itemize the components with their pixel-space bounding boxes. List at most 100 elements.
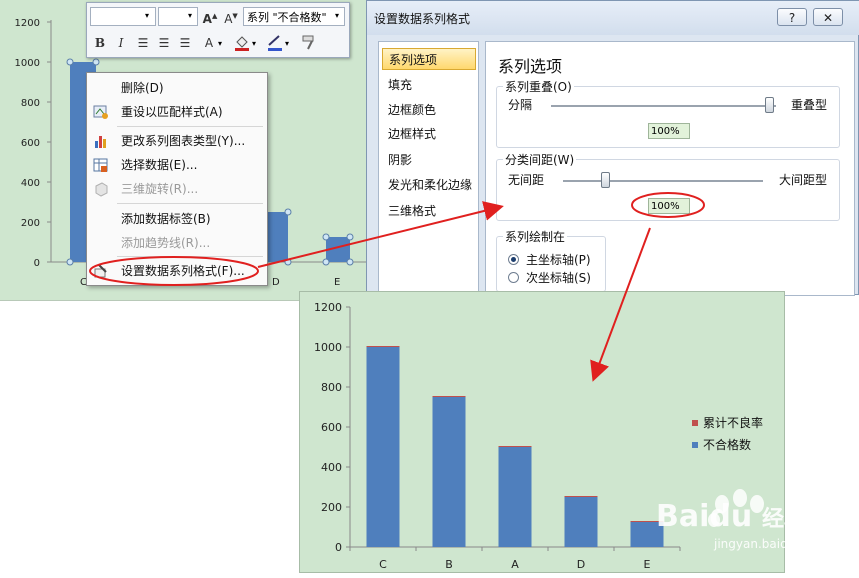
dialog-panel: 系列选项 系列重叠(O) 分隔 重叠型 100% 分类间距(W) 无间距 大间距… (485, 41, 855, 296)
secondary-axis-radio[interactable] (508, 272, 519, 283)
y-tick-label: 200 (321, 501, 342, 514)
menu-item-label: 三维旋转(R)... (121, 182, 199, 196)
context-menu: 删除(D) 重设以匹配样式(A) 更改系列图表类型(Y)... 选择数据(E).… (86, 72, 268, 286)
menu-item-change-chart-type[interactable]: 更改系列图表类型(Y)... (87, 129, 267, 153)
bold-button[interactable]: B (90, 33, 110, 53)
chevron-down-icon[interactable]: ▾ (285, 39, 289, 48)
legend-swatch (692, 442, 698, 448)
bg-xtick-e: E (334, 277, 340, 288)
nav-item-3d-format[interactable]: 三维格式 (382, 200, 476, 222)
x-tick-label: E (644, 558, 651, 571)
fill-color-icon[interactable] (232, 33, 252, 53)
y-tick-label: 400 (321, 461, 342, 474)
bg-bar-e[interactable] (326, 237, 350, 262)
format-data-series-dialog: 设置数据系列格式 ? ✕ 系列选项 填充 边框颜色 边框样式 阴影 发光和柔化边… (366, 0, 859, 296)
overlap-slider[interactable] (551, 105, 776, 107)
align-left-icon[interactable]: ☰ (133, 33, 153, 53)
y-tick-label: 1000 (314, 341, 342, 354)
menu-item-format-data-series[interactable]: 设置数据系列格式(F)... (87, 259, 267, 283)
series-selector[interactable]: 系列 "不合格数" (243, 7, 345, 26)
nav-item-fill[interactable]: 填充 (382, 74, 476, 96)
bar-b-series-0[interactable] (432, 397, 466, 547)
dialog-nav: 系列选项 填充 边框颜色 边框样式 阴影 发光和柔化边缘 三维格式 (378, 41, 479, 296)
chevron-down-icon[interactable]: ▾ (145, 11, 149, 20)
overlap-slider-thumb[interactable] (765, 97, 774, 113)
bg-ytick-label: 400 (21, 178, 40, 189)
overlap-right-label: 重叠型 (791, 98, 828, 112)
menu-item-reset-style[interactable]: 重设以匹配样式(A) (87, 100, 267, 124)
bar-a-series-1[interactable] (498, 446, 532, 447)
italic-button[interactable]: I (111, 33, 131, 53)
chevron-down-icon[interactable]: ▾ (335, 11, 339, 20)
menu-item-label: 添加趋势线(R)... (121, 236, 211, 250)
y-tick-label: 1200 (314, 301, 342, 314)
menu-item-select-data[interactable]: 选择数据(E)... (87, 153, 267, 177)
menu-item-label: 更改系列图表类型(Y)... (121, 134, 246, 148)
help-button[interactable]: ? (777, 8, 807, 26)
bar-d-series-0[interactable] (564, 497, 598, 547)
bar-c-series-1[interactable] (366, 346, 400, 347)
menu-separator (117, 126, 263, 127)
gap-left-label: 无间距 (508, 173, 545, 187)
y-tick-label: 800 (321, 381, 342, 394)
secondary-axis-label: 次坐标轴(S) (526, 271, 591, 285)
legend-label: 不合格数 (703, 437, 751, 452)
menu-separator (117, 256, 263, 257)
bar-d-series-1[interactable] (564, 496, 598, 497)
close-button[interactable]: ✕ (813, 8, 843, 26)
watermark-brand: Baidu (656, 499, 752, 534)
overlap-group: 系列重叠(O) 分隔 重叠型 100% (496, 78, 840, 148)
panel-heading: 系列选项 (498, 57, 563, 76)
grow-font-icon[interactable]: A▲ (200, 6, 220, 26)
menu-separator (117, 203, 263, 204)
line-color-icon[interactable] (265, 33, 285, 53)
gap-right-label: 大间距型 (779, 173, 828, 187)
chevron-down-icon[interactable]: ▾ (188, 11, 192, 20)
nav-item-border-style[interactable]: 边框样式 (382, 123, 476, 145)
overlap-value-field[interactable]: 100% (648, 123, 690, 139)
primary-axis-radio[interactable] (508, 254, 519, 265)
bg-ytick-label: 200 (21, 218, 40, 229)
y-tick-label: 600 (321, 421, 342, 434)
gap-value-field[interactable]: 100% (648, 198, 690, 214)
menu-item-3d-rotation[interactable]: 三维旋转(R)... (87, 177, 267, 201)
bar-b-series-1[interactable] (432, 396, 466, 397)
plot-on-group: 系列绘制在 主坐标轴(P) 次坐标轴(S) (496, 228, 606, 292)
menu-item-delete[interactable]: 删除(D) (87, 76, 267, 100)
gap-slider-thumb[interactable] (601, 172, 610, 188)
nav-item-series-options[interactable]: 系列选项 (382, 48, 476, 70)
x-tick-label: D (577, 558, 585, 571)
bar-a-series-0[interactable] (498, 447, 532, 547)
bar-c-series-0[interactable] (366, 347, 400, 547)
bg-ytick-label: 600 (21, 138, 40, 149)
primary-axis-label: 主坐标轴(P) (526, 253, 591, 267)
dialog-title: 设置数据系列格式 (374, 12, 471, 26)
bg-ytick-label: 1000 (15, 58, 40, 69)
dialog-titlebar[interactable]: 设置数据系列格式 ? ✕ (367, 1, 859, 35)
nav-item-shadow[interactable]: 阴影 (382, 149, 476, 171)
resize-grip[interactable]: .... (236, 295, 247, 305)
select-data-icon (93, 157, 109, 173)
font-color-icon[interactable]: A (199, 33, 219, 53)
menu-item-add-trendline[interactable]: 添加趋势线(R)... (87, 231, 267, 255)
gap-slider[interactable] (563, 180, 763, 182)
chart-type-icon (93, 133, 109, 149)
menu-item-add-data-labels[interactable]: 添加数据标签(B) (87, 207, 267, 231)
legend-label: 累计不良率 (703, 415, 763, 430)
menu-item-label: 设置数据系列格式(F)... (121, 264, 245, 278)
y-tick-label: 0 (335, 541, 342, 554)
baidu-watermark: Baidu 经验 jingyan.baidu.com (656, 486, 856, 570)
rotate-3d-icon (93, 181, 109, 197)
shrink-font-icon[interactable]: A▼ (221, 6, 241, 26)
reset-style-icon (93, 104, 109, 120)
bg-ytick-label: 0 (34, 258, 40, 269)
menu-item-label: 删除(D) (121, 81, 164, 95)
chevron-down-icon[interactable]: ▾ (252, 39, 256, 48)
align-center-icon[interactable]: ☰ (154, 33, 174, 53)
format-painter-icon[interactable] (299, 33, 319, 53)
menu-item-label: 选择数据(E)... (121, 158, 198, 172)
nav-item-border-color[interactable]: 边框颜色 (382, 99, 476, 121)
align-right-icon[interactable]: ☰ (175, 33, 195, 53)
chevron-down-icon[interactable]: ▾ (218, 39, 222, 48)
nav-item-glow[interactable]: 发光和柔化边缘 (382, 174, 476, 196)
